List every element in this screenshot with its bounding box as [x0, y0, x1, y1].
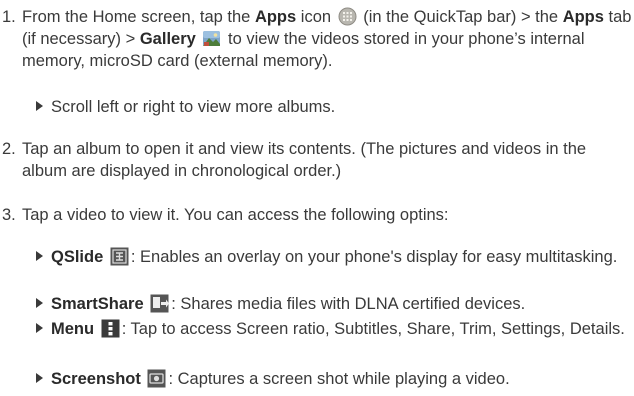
option-qslide: QSlide : Enables an overlay on your phon… [36, 246, 634, 268]
bullet-triangle-icon [36, 323, 43, 333]
step-3: 3. Tap a video to view it. You can acces… [0, 204, 632, 226]
help-document: 1. From the Home screen, tap the Apps ic… [0, 0, 634, 396]
option-screenshot: Screenshot : Captures a screen shot whil… [36, 368, 634, 390]
bullet-triangle-icon [36, 101, 43, 111]
apps-tab-label: Apps [562, 8, 604, 26]
menu-icon [101, 319, 120, 338]
bullet-triangle-icon [36, 298, 43, 308]
bullet-triangle-icon [36, 373, 43, 383]
sub-bullet-scroll: Scroll left or right to view more albums… [36, 96, 632, 118]
step-2: 2. Tap an album to open it and view its … [0, 138, 632, 182]
gallery-icon [202, 29, 221, 48]
step-1: 1. From the Home screen, tap the Apps ic… [0, 6, 632, 72]
apps-label: Apps [254, 8, 297, 26]
step-number: 3. [2, 206, 16, 224]
gallery-label: Gallery [139, 30, 196, 48]
option-menu: Menu : Tap to access Screen ratio, Subti… [36, 318, 634, 340]
step-number: 2. [2, 140, 16, 158]
step-number: 1. [2, 8, 16, 26]
bullet-triangle-icon [36, 251, 43, 261]
step-3-text: Tap a video to view it. You can access t… [22, 206, 449, 224]
qslide-icon [110, 247, 129, 266]
apps-icon [338, 7, 357, 26]
step-1-text: From the Home screen, tap the Apps icon … [22, 7, 632, 70]
smartshare-icon [150, 294, 170, 313]
step-2-text: Tap an album to open it and view its con… [22, 140, 587, 180]
option-smartshare: SmartShare : Shares media files with DLN… [36, 293, 634, 315]
screenshot-icon [147, 369, 166, 388]
